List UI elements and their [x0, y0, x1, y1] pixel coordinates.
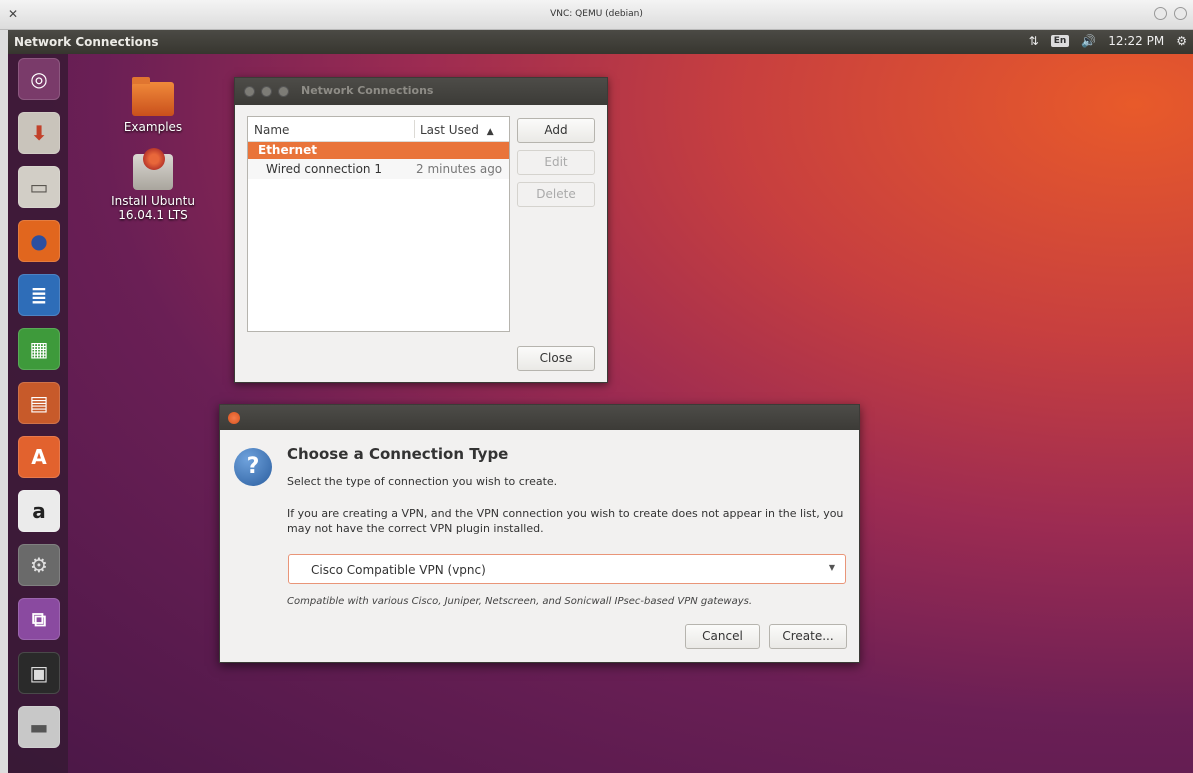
volume-icon[interactable]: 🔊: [1081, 34, 1096, 48]
clock[interactable]: 12:22 PM: [1108, 34, 1164, 48]
sort-ascending-icon: ▲: [486, 127, 494, 137]
desktop-icon-label: Install Ubuntu 16.04.1 LTS: [111, 194, 195, 222]
close-icon[interactable]: [228, 412, 240, 424]
edit-button[interactable]: Edit: [517, 150, 595, 175]
vnc-window-title: VNC: QEMU (debian): [550, 9, 643, 19]
connection-list[interactable]: Name Last Used ▲ Ethernet Wired connecti…: [247, 116, 510, 332]
window-titlebar[interactable]: Network Connections: [235, 78, 607, 105]
top-panel: Network Connections ⇅ En 🔊 12:22 PM ⚙: [8, 30, 1193, 54]
choose-connection-type-dialog: ? Choose a Connection Type Select the ty…: [219, 404, 860, 663]
active-app-title: Network Connections: [14, 35, 159, 49]
window-title: Network Connections: [301, 84, 434, 97]
vpn-plugin-note: If you are creating a VPN, and the VPN c…: [287, 507, 844, 535]
create-button[interactable]: Create...: [769, 624, 847, 649]
group-header-ethernet[interactable]: Ethernet: [248, 142, 509, 159]
drive-icon[interactable]: ▬: [18, 706, 60, 748]
column-divider: [414, 120, 415, 138]
vnc-maximize-button[interactable]: [1174, 7, 1187, 20]
question-icon: ?: [234, 448, 272, 486]
close-button[interactable]: [244, 86, 255, 97]
delete-button[interactable]: Delete: [517, 182, 595, 207]
network-connections-window: Network Connections Name Last Used ▲ Eth…: [234, 77, 608, 383]
dialog-subtitle: Select the type of connection you wish t…: [287, 475, 558, 488]
column-header-name[interactable]: Name: [254, 123, 289, 137]
save-disk-icon[interactable]: ▣: [18, 652, 60, 694]
keyboard-layout-indicator[interactable]: En: [1050, 35, 1070, 47]
list-item[interactable]: Wired connection 1 2 minutes ago: [248, 159, 509, 179]
cancel-button[interactable]: Cancel: [685, 624, 760, 649]
dash-home-icon[interactable]: ◎: [18, 58, 60, 100]
close-window-button[interactable]: Close: [517, 346, 595, 371]
connection-last-used: 2 minutes ago: [416, 162, 503, 176]
folder-icon: [132, 77, 174, 116]
firefox-icon[interactable]: ●: [18, 220, 60, 262]
gear-icon[interactable]: ⚙: [1176, 34, 1187, 48]
column-header-last-used[interactable]: Last Used ▲: [420, 123, 494, 137]
writer-icon[interactable]: ≣: [18, 274, 60, 316]
connection-type-select[interactable]: Cisco Compatible VPN (vpnc) ▼: [288, 554, 846, 584]
software-center-icon[interactable]: A: [18, 436, 60, 478]
list-header: Name Last Used ▲: [248, 117, 509, 142]
connection-type-description: Compatible with various Cisco, Juniper, …: [287, 596, 753, 607]
vnc-titlebar: ✕ VNC: QEMU (debian): [0, 0, 1193, 30]
dialog-heading: Choose a Connection Type: [287, 445, 509, 463]
vnc-minimize-button[interactable]: [1154, 7, 1167, 20]
amazon-icon[interactable]: a: [18, 490, 60, 532]
desktop-icon-install-ubuntu[interactable]: Install Ubuntu 16.04.1 LTS: [103, 148, 203, 222]
installer-icon: [133, 148, 173, 190]
maximize-button[interactable]: [278, 86, 289, 97]
minimize-button[interactable]: [261, 86, 272, 97]
launcher: ◎ ⬇ ▭ ● ≣ ▦ ▤ Aa ⚙ ⧉ ▣ ▬: [8, 54, 68, 773]
selected-connection-type: Cisco Compatible VPN (vpnc): [311, 563, 486, 577]
calc-icon[interactable]: ▦: [18, 328, 60, 370]
desktop-screen: Network Connections ⇅ En 🔊 12:22 PM ⚙ ◎ ⬇…: [8, 30, 1193, 773]
system-settings-icon[interactable]: ⚙: [18, 544, 60, 586]
install-ubuntu-icon[interactable]: ⬇: [18, 112, 60, 154]
network-icon[interactable]: ⇅: [1029, 34, 1039, 48]
system-tray: ⇅ En 🔊 12:22 PM ⚙: [1029, 34, 1187, 48]
impress-icon[interactable]: ▤: [18, 382, 60, 424]
desktop-icon-examples[interactable]: Examples: [103, 77, 203, 134]
files-icon[interactable]: ▭: [18, 166, 60, 208]
connection-name: Wired connection 1: [266, 162, 382, 176]
add-button[interactable]: Add: [517, 118, 595, 143]
dialog-titlebar[interactable]: [220, 405, 859, 430]
network-connections-icon[interactable]: ⧉: [18, 598, 60, 640]
chevron-down-icon: ▼: [828, 563, 835, 572]
desktop-icon-label: Examples: [123, 120, 183, 134]
